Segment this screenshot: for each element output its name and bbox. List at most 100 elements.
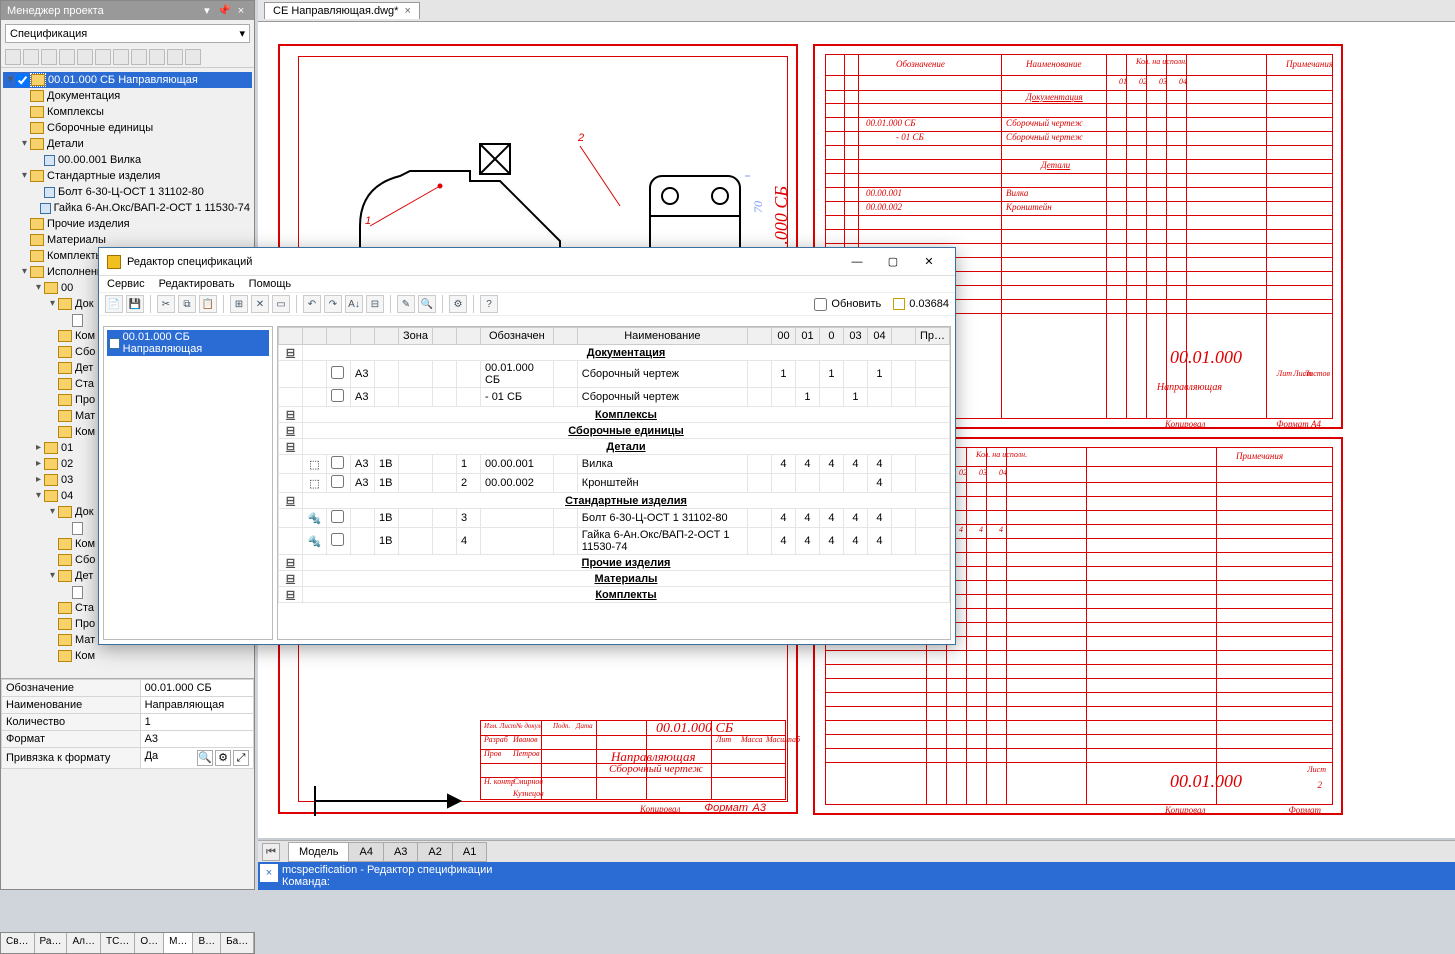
- tool-pen[interactable]: ✎: [397, 295, 415, 313]
- tool-6[interactable]: [95, 49, 111, 65]
- tool-1[interactable]: [5, 49, 21, 65]
- bottom-tab[interactable]: В…: [193, 933, 221, 953]
- row-checkbox[interactable]: [331, 475, 344, 488]
- dialog-menu: Сервис Редактировать Помощь: [99, 276, 955, 293]
- tree-row[interactable]: Ком: [3, 648, 252, 664]
- tool-sort[interactable]: A↓: [345, 295, 363, 313]
- spec-row[interactable]: ⬚А31В200.00.002Кронштейн4: [279, 474, 950, 493]
- tool-10[interactable]: [167, 49, 183, 65]
- pushpin-icon[interactable]: 📌: [217, 4, 231, 17]
- tree-row[interactable]: ▾00.01.000 СБ Направляющая: [3, 72, 252, 88]
- tree-row[interactable]: Прочие изделия: [3, 216, 252, 232]
- refresh-checkbox[interactable]: [814, 298, 827, 311]
- prop-tool[interactable]: 🔍: [197, 750, 213, 766]
- spec-row[interactable]: ⊟Комплексы: [279, 407, 950, 423]
- row-checkbox[interactable]: [331, 366, 344, 379]
- row-checkbox[interactable]: [331, 456, 344, 469]
- spec-row[interactable]: ⊟Детали: [279, 439, 950, 455]
- prop-tool[interactable]: ⤢: [233, 750, 249, 766]
- tree-row[interactable]: Болт 6-30-Ц-ОСТ 1 31102-80: [3, 184, 252, 200]
- tabs-nav-first[interactable]: ⏮: [262, 843, 280, 861]
- tool-2[interactable]: [23, 49, 39, 65]
- tool-tree[interactable]: ⊟: [366, 295, 384, 313]
- tool-7[interactable]: [113, 49, 129, 65]
- tree-row[interactable]: ▾Детали: [3, 136, 252, 152]
- spec-row[interactable]: А300.01.000 СБСборочный чертеж111: [279, 361, 950, 388]
- bottom-tab[interactable]: Ис…: [254, 933, 255, 953]
- tool-save[interactable]: 💾: [126, 295, 144, 313]
- dialog-title-bar[interactable]: Редактор спецификаций — ▢ ✕: [99, 248, 955, 276]
- tool-new[interactable]: 📄: [105, 295, 123, 313]
- panel-title-bar[interactable]: Менеджер проекта ▾ 📌 ×: [1, 1, 254, 20]
- maximize-button[interactable]: ▢: [875, 251, 911, 273]
- tool-11[interactable]: [185, 49, 201, 65]
- bottom-tab[interactable]: М…: [164, 933, 193, 953]
- tool-paste[interactable]: 📋: [199, 295, 217, 313]
- tool-5[interactable]: [77, 49, 93, 65]
- tree-row[interactable]: Гайка 6-Ан.Окс/ВАП-2-ОСТ 1 11530-74: [3, 200, 252, 216]
- close-button[interactable]: ✕: [911, 251, 947, 273]
- tool-cut[interactable]: ✂: [157, 295, 175, 313]
- spec-row[interactable]: ⊟Стандартные изделия: [279, 493, 950, 509]
- spec-row[interactable]: ⊟Материалы: [279, 571, 950, 587]
- tool-9[interactable]: [149, 49, 165, 65]
- row-checkbox[interactable]: [331, 533, 344, 546]
- page-icon: [72, 314, 83, 327]
- tool-grid[interactable]: ⊞: [230, 295, 248, 313]
- minimize-button[interactable]: —: [839, 251, 875, 273]
- spec-row[interactable]: ⬚А31В100.00.001Вилка44444: [279, 455, 950, 474]
- tree-row[interactable]: Документация: [3, 88, 252, 104]
- view-tab[interactable]: A1: [452, 842, 487, 862]
- tool-del[interactable]: ✕: [251, 295, 269, 313]
- panel-bottom-tabs[interactable]: Св…Ра…Ал…ТС…О…М…В…Ба…Ис…: [0, 932, 255, 954]
- dialog-tree[interactable]: 00.01.000 СБ Направляющая: [103, 326, 273, 640]
- tool-8[interactable]: [131, 49, 147, 65]
- menu-help[interactable]: Помощь: [249, 278, 292, 290]
- pin-icon[interactable]: ▾: [200, 4, 214, 17]
- spec-row[interactable]: А3- 01 СБСборочный чертеж11: [279, 388, 950, 407]
- spec-type-combo[interactable]: Спецификация ▾: [5, 24, 250, 43]
- bottom-tab[interactable]: ТС…: [101, 933, 135, 953]
- spec-row[interactable]: ⊟Прочие изделия: [279, 555, 950, 571]
- document-tab[interactable]: СЕ Направляющая.dwg* ×: [264, 2, 420, 19]
- menu-service[interactable]: Сервис: [107, 278, 145, 290]
- tool-zoom[interactable]: 🔍: [418, 295, 436, 313]
- view-tab[interactable]: A4: [348, 842, 383, 862]
- tool-sel[interactable]: ▭: [272, 295, 290, 313]
- row-checkbox[interactable]: [331, 510, 344, 523]
- tree-row[interactable]: Комплексы: [3, 104, 252, 120]
- spec-row[interactable]: ⊟Комплекты: [279, 587, 950, 603]
- spec-row[interactable]: 🔩1В3Болт 6-30-Ц-ОСТ 1 31102-8044444: [279, 509, 950, 528]
- tree-row[interactable]: ▾Стандартные изделия: [3, 168, 252, 184]
- tab-close-icon[interactable]: ×: [404, 5, 410, 17]
- view-tab[interactable]: A3: [383, 842, 418, 862]
- menu-edit[interactable]: Редактировать: [159, 278, 235, 290]
- tool-copy[interactable]: ⧉: [178, 295, 196, 313]
- spec-row[interactable]: ⊟Документация: [279, 345, 950, 361]
- tool-undo[interactable]: ↶: [303, 295, 321, 313]
- prop-tool[interactable]: ⚙: [215, 750, 231, 766]
- bottom-tab[interactable]: Св…: [1, 933, 35, 953]
- spec-table[interactable]: ЗонаОбозначенНаименование000100304Пр…⊟До…: [277, 326, 951, 640]
- cmd-close-icon[interactable]: ×: [260, 864, 278, 882]
- tree-row[interactable]: Материалы: [3, 232, 252, 248]
- view-tab[interactable]: A2: [417, 842, 452, 862]
- bottom-tab[interactable]: Ал…: [67, 933, 101, 953]
- close-icon[interactable]: ×: [234, 5, 248, 17]
- spec-row[interactable]: ⊟Сборочные единицы: [279, 423, 950, 439]
- tool-help[interactable]: ?: [480, 295, 498, 313]
- tree-row[interactable]: Сборочные единицы: [3, 120, 252, 136]
- bottom-tab[interactable]: Ба…: [221, 933, 254, 953]
- bottom-tab[interactable]: Ра…: [35, 933, 68, 953]
- view-tab[interactable]: Модель: [288, 842, 349, 862]
- dialog-tree-item[interactable]: 00.01.000 СБ Направляющая: [107, 330, 269, 356]
- tool-redo[interactable]: ↷: [324, 295, 342, 313]
- tool-3[interactable]: [41, 49, 57, 65]
- command-line[interactable]: × mcspecification - Редактор спецификаци…: [258, 862, 1455, 890]
- tree-row[interactable]: 00.00.001 Вилка: [3, 152, 252, 168]
- tool-4[interactable]: [59, 49, 75, 65]
- tool-props[interactable]: ⚙: [449, 295, 467, 313]
- row-checkbox[interactable]: [331, 389, 344, 402]
- spec-row[interactable]: 🔩1В4Гайка 6-Ан.Окс/ВАП-2-ОСТ 1 11530-744…: [279, 528, 950, 555]
- bottom-tab[interactable]: О…: [135, 933, 164, 953]
